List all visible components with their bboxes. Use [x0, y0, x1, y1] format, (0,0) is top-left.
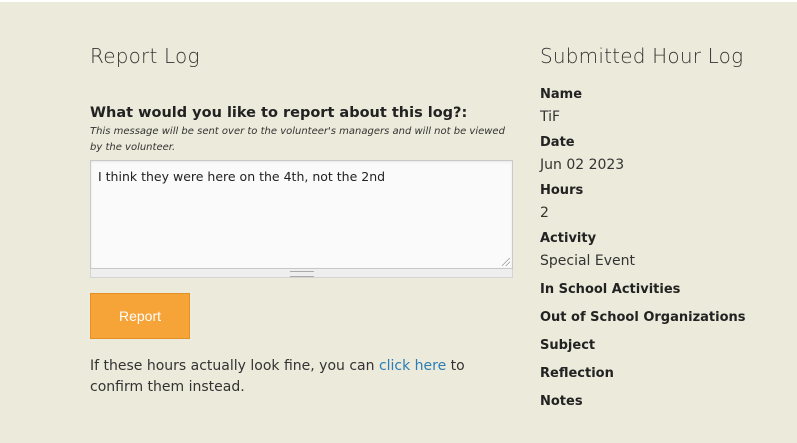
subject-label: Subject	[540, 338, 596, 353]
resize-corner-icon	[502, 258, 510, 266]
grip-icon	[290, 271, 314, 277]
out-of-school-organizations-label: Out of School Organizations	[540, 310, 746, 325]
resize-grip[interactable]	[90, 258, 513, 278]
activity-value: Special Event	[540, 253, 635, 269]
report-button[interactable]: Report	[90, 293, 190, 339]
name-label: Name	[540, 87, 583, 102]
submitted-log-section: Submitted Hour Log Name TiF Date Jun 02 …	[540, 44, 780, 416]
notes-label: Notes	[540, 394, 583, 409]
hours-label: Hours	[540, 183, 584, 198]
top-border	[0, 0, 797, 2]
log-title: Submitted Hour Log	[540, 44, 744, 68]
report-question-label: What would you like to report about this…	[90, 105, 468, 121]
date-value: Jun 02 2023	[540, 157, 625, 173]
report-title: Report Log	[90, 44, 200, 68]
log-fields: Name TiF Date Jun 02 2023 Hours 2 Activi…	[540, 84, 780, 416]
confirm-link[interactable]: click here	[379, 358, 446, 374]
reflection-label: Reflection	[540, 366, 614, 381]
report-note: This message will be sent over to the vo…	[90, 126, 505, 153]
report-section: Report Log What would you like to report…	[90, 44, 514, 398]
date-label: Date	[540, 135, 575, 150]
confirm-prefix: If these hours actually look fine, you c…	[90, 358, 379, 374]
report-message-textarea[interactable]: I think they were here on the 4th, not t…	[90, 160, 513, 269]
activity-label: Activity	[540, 231, 597, 246]
report-textarea-wrapper: I think they were here on the 4th, not t…	[90, 160, 513, 278]
hours-value: 2	[540, 205, 549, 221]
in-school-activities-label: In School Activities	[540, 282, 681, 297]
name-value: TiF	[540, 109, 561, 125]
confirm-instructions: If these hours actually look fine, you c…	[90, 356, 510, 398]
